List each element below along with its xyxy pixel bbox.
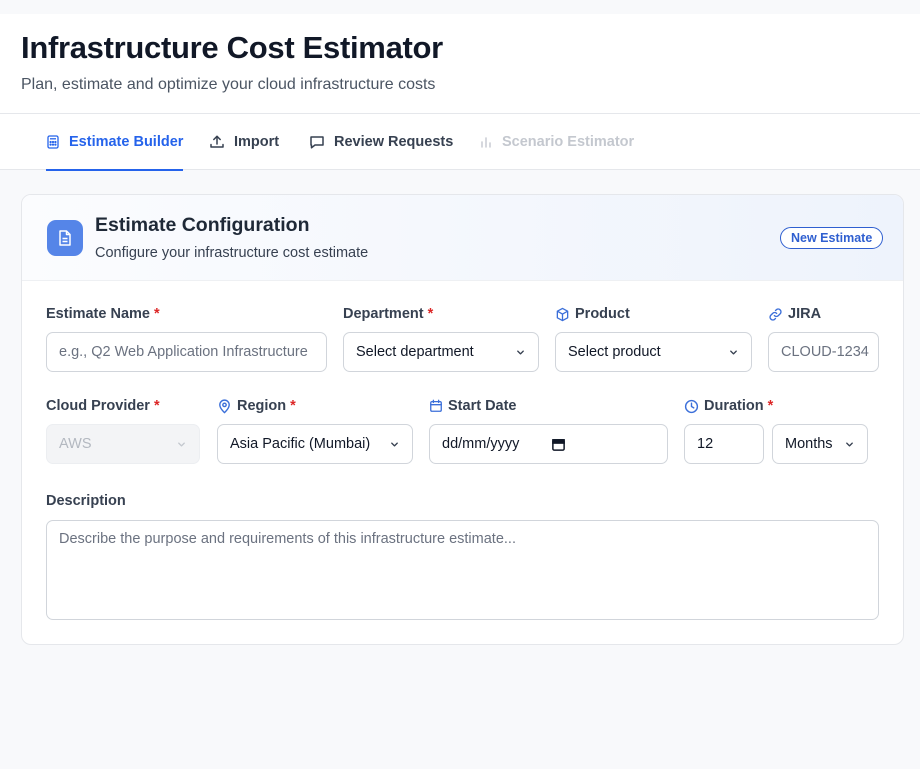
- box-icon: [556, 307, 569, 321]
- date-value: dd/mm/yyyy: [442, 436, 520, 452]
- label-text: Cloud Provider: [46, 398, 150, 414]
- label-text: Product: [575, 306, 630, 322]
- required-marker: *: [767, 398, 774, 414]
- required-marker: *: [290, 398, 296, 414]
- tab-scenario-estimator: Scenario Estimator: [479, 114, 634, 169]
- department-label: Department *: [343, 306, 433, 322]
- clock-icon: [684, 399, 699, 413]
- label-text: Department: [343, 306, 424, 322]
- estimate-name-label: Estimate Name *: [46, 306, 160, 322]
- duration-label: Duration *: [684, 398, 773, 414]
- select-value: Months: [785, 436, 833, 452]
- tab-label: Estimate Builder: [69, 133, 184, 150]
- product-label: Product: [555, 306, 630, 322]
- calendar-icon: [430, 399, 442, 412]
- select-value: AWS: [59, 436, 92, 452]
- region-select[interactable]: Asia Pacific (Mumbai): [217, 424, 413, 464]
- department-select[interactable]: Select department: [343, 332, 539, 372]
- label-text: JIRA: [788, 306, 822, 322]
- duration-input[interactable]: 12: [684, 424, 764, 464]
- card-title: Estimate Configuration: [95, 214, 310, 236]
- document-icon: [47, 220, 83, 256]
- region-label: Region *: [217, 398, 296, 414]
- card-header: Estimate Configuration Configure your in…: [22, 195, 903, 281]
- cloud-provider-label: Cloud Provider *: [46, 398, 160, 414]
- label-text: Estimate Name: [46, 306, 150, 322]
- tab-bar: Estimate Builder Import Review Requests …: [0, 114, 920, 171]
- required-marker: *: [427, 306, 434, 322]
- select-value: Select department: [356, 344, 474, 360]
- required-marker: *: [153, 306, 160, 322]
- map-pin-icon: [219, 398, 230, 414]
- description-label: Description: [46, 493, 126, 509]
- chevron-down-icon: [730, 350, 737, 355]
- page-header: Infrastructure Cost Estimator Plan, esti…: [0, 14, 920, 114]
- chevron-down-icon: [178, 442, 185, 447]
- calculator-icon: [47, 134, 59, 149]
- tab-label: Review Requests: [334, 133, 454, 150]
- tab-estimate-builder[interactable]: Estimate Builder: [46, 114, 184, 171]
- required-marker: *: [153, 398, 160, 414]
- link-icon: [769, 307, 782, 321]
- chevron-down-icon: [391, 442, 398, 447]
- select-value: Asia Pacific (Mumbai): [230, 436, 371, 452]
- card-subtitle: Configure your infrastructure cost estim…: [95, 245, 369, 261]
- tab-review-requests[interactable]: Review Requests: [309, 114, 453, 169]
- calendar-picker-icon[interactable]: [551, 437, 566, 452]
- chevron-down-icon: [517, 350, 524, 355]
- page-subtitle: Plan, estimate and optimize your cloud i…: [21, 76, 436, 93]
- estimate-configuration-card: Estimate Configuration Configure your in…: [21, 194, 904, 645]
- label-text: Description: [46, 493, 126, 509]
- jira-input[interactable]: CLOUD-1234: [768, 332, 879, 372]
- description-textarea[interactable]: Describe the purpose and requirements of…: [46, 520, 879, 620]
- bar-chart-icon: [481, 136, 491, 148]
- start-date-input[interactable]: dd/mm/yyyy: [429, 424, 668, 464]
- product-select[interactable]: Select product: [555, 332, 752, 372]
- label-text: Start Date: [448, 398, 517, 414]
- chevron-down-icon: [846, 442, 853, 447]
- label-text: Region: [237, 398, 287, 414]
- start-date-label: Start Date: [429, 398, 517, 414]
- estimate-name-input[interactable]: e.g., Q2 Web Application Infrastructure: [46, 332, 327, 372]
- message-icon: [310, 135, 324, 149]
- page-title: Infrastructure Cost Estimator: [21, 30, 443, 65]
- upload-icon: [210, 135, 224, 148]
- new-estimate-badge: New Estimate: [780, 227, 884, 249]
- tab-import[interactable]: Import: [209, 114, 279, 169]
- select-value: Select product: [568, 344, 661, 360]
- label-text: Duration: [704, 398, 764, 414]
- duration-unit-select[interactable]: Months: [772, 424, 868, 464]
- cloud-provider-select: AWS: [46, 424, 200, 464]
- tab-label: Import: [234, 133, 280, 150]
- tab-label: Scenario Estimator: [502, 133, 635, 150]
- jira-label: JIRA: [768, 306, 821, 322]
